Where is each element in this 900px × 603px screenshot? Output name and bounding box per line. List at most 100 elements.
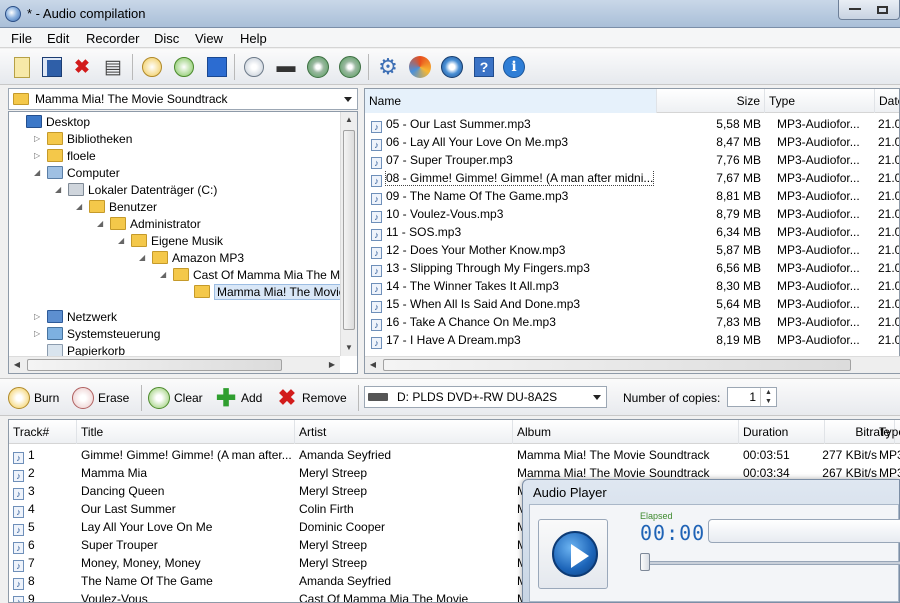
tree-hscroll-thumb[interactable] [27, 359, 282, 371]
menu-edit[interactable]: Edit [47, 31, 69, 46]
file-row[interactable]: ♪ 09 - The Name Of The Game.mp3 8,81 MB MP3… [365, 187, 899, 205]
tree-node[interactable]: ▷ Bibliotheken [34, 130, 132, 147]
window-controls[interactable] [838, 0, 900, 20]
settings-icon[interactable]: ⚙ [374, 53, 402, 81]
expander-icon[interactable]: ◢ [139, 253, 149, 262]
tree-node[interactable]: ▷ Systemsteuerung [34, 325, 160, 342]
tree-node[interactable]: ◢ Cast Of Mamma Mia The Mo [160, 266, 347, 283]
menu-help[interactable]: Help [240, 31, 267, 46]
help-icon[interactable]: ? [470, 53, 498, 81]
tree-node[interactable]: ◢ Lokaler Datenträger (C:) [55, 181, 217, 198]
window-icon[interactable] [203, 53, 231, 81]
play-button[interactable] [538, 519, 608, 589]
tree-node[interactable]: ▷ floele [34, 147, 96, 164]
add-button[interactable]: ✚ Add [215, 385, 262, 412]
chevron-down-icon [344, 97, 352, 102]
file-row[interactable]: ♪ 12 - Does Your Mother Know.mp3 5,87 MB MP… [365, 241, 899, 259]
scroll-down-arrow[interactable]: ▼ [341, 340, 357, 356]
tree-node[interactable]: ◢ Eigene Musik [118, 232, 223, 249]
column-title[interactable]: Title [77, 420, 295, 444]
file-row[interactable]: ♪ 07 - Super Trouper.mp3 7,76 MB MP3-Audiof… [365, 151, 899, 169]
tree-horizontal-scrollbar[interactable]: ◀ ▶ [9, 356, 340, 373]
scroll-right-arrow[interactable]: ▶ [324, 357, 340, 373]
column-type[interactable]: Type [875, 420, 900, 444]
expander-icon[interactable]: ▷ [34, 134, 44, 143]
tree-node[interactable]: Desktop [13, 113, 90, 130]
menu-file[interactable]: File [11, 31, 32, 46]
file-row[interactable]: ♪ 06 - Lay All Your Love On Me.mp3 8,47 MB… [365, 133, 899, 151]
column-date[interactable]: Date [875, 89, 899, 113]
file-row[interactable]: ♪ 11 - SOS.mp3 6,34 MB MP3-Audiofor... 21.0 [365, 223, 899, 241]
tree-node[interactable]: ◢ Computer [34, 164, 120, 181]
burn-icon[interactable] [406, 53, 434, 81]
tree-node[interactable]: ◢ Administrator [97, 215, 201, 232]
scroll-up-arrow[interactable]: ▲ [341, 112, 357, 128]
expander-icon[interactable]: ◢ [34, 168, 44, 177]
tree-node[interactable]: ▷ Netzwerk [34, 308, 117, 325]
file-list[interactable]: Name Size Type Date ♪ 05 - Our Last Summe… [364, 88, 900, 374]
refresh-icon[interactable] [438, 53, 466, 81]
expander-icon[interactable]: ◢ [160, 270, 170, 279]
tree-vertical-scrollbar[interactable]: ▲ ▼ [340, 112, 357, 356]
folder-tree[interactable]: Desktop ▷ Bibliotheken ▷ floele ◢ Computer ◢ Lok… [8, 111, 358, 374]
drive-icon[interactable]: ▬ [272, 53, 300, 81]
expander-icon[interactable]: ▷ [34, 312, 44, 321]
column-size[interactable]: Size [657, 89, 765, 113]
audio-player-window[interactable]: Audio Player Elapsed 00:00 [522, 479, 900, 603]
expander-icon[interactable]: ◢ [118, 236, 128, 245]
column-type[interactable]: Type [765, 89, 875, 113]
file-hscroll-thumb[interactable] [383, 359, 851, 371]
seek-track[interactable] [640, 561, 900, 565]
expander-icon[interactable]: ▷ [34, 329, 44, 338]
column-artist[interactable]: Artist [295, 420, 513, 444]
file-row[interactable]: ♪ 14 - The Winner Takes It All.mp3 8,30 MB… [365, 277, 899, 295]
file-horizontal-scrollbar[interactable]: ◀ [365, 356, 900, 373]
drive-select[interactable]: D: PLDS DVD+-RW DU-8A2S [364, 386, 607, 408]
add-files-icon[interactable] [138, 53, 166, 81]
delete-icon[interactable]: ✖ [68, 53, 96, 81]
file-row[interactable]: ♪ 17 - I Have A Dream.mp3 8,19 MB MP3-Audio… [365, 331, 899, 349]
column-track[interactable]: Track# [9, 420, 77, 444]
print-icon[interactable]: ▤ [99, 53, 127, 81]
burn-button[interactable]: Burn [8, 385, 59, 411]
disc-go-icon[interactable] [304, 53, 332, 81]
folder-combo[interactable]: Mamma Mia! The Movie Soundtrack [8, 88, 358, 110]
menu-disc[interactable]: Disc [154, 31, 179, 46]
expander-icon[interactable]: ◢ [76, 202, 86, 211]
save-icon[interactable] [38, 53, 66, 81]
info-icon[interactable]: i [500, 53, 528, 81]
erase-button[interactable]: Erase [72, 385, 129, 411]
add-folder-icon[interactable] [170, 53, 198, 81]
file-row[interactable]: ♪ 08 - Gimme! Gimme! Gimme! (A man after … [365, 169, 899, 187]
column-album[interactable]: Album [513, 420, 739, 444]
audio-file-icon: ♪ [371, 319, 382, 331]
expander-icon[interactable]: ◢ [55, 185, 65, 194]
menu-recorder[interactable]: Recorder [86, 31, 139, 46]
file-row[interactable]: ♪ 13 - Slipping Through My Fingers.mp3 6,5… [365, 259, 899, 277]
clear-button[interactable]: Clear [148, 385, 203, 411]
file-row[interactable]: ♪ 15 - When All Is Said And Done.mp3 5,64 … [365, 295, 899, 313]
file-row[interactable]: ♪ 05 - Our Last Summer.mp3 5,58 MB MP3-Audi… [365, 115, 899, 133]
app-icon[interactable] [5, 6, 21, 22]
seek-handle[interactable] [640, 553, 650, 571]
tree-node[interactable]: ◢ Benutzer [76, 198, 157, 215]
expander-icon[interactable]: ◢ [97, 219, 107, 228]
tree-node[interactable]: ◢ Amazon MP3 [139, 249, 244, 266]
stepper-arrows-icon[interactable]: ▲ ▼ [760, 388, 776, 406]
tree-scroll-thumb[interactable] [343, 130, 355, 330]
tree-node[interactable]: Mamma Mia! The Movie [181, 283, 349, 300]
new-icon[interactable] [8, 53, 36, 81]
disc-info-icon[interactable] [240, 53, 268, 81]
expander-icon[interactable]: ▷ [34, 151, 44, 160]
disc-arrow-icon[interactable] [336, 53, 364, 81]
scroll-left-arrow[interactable]: ◀ [365, 357, 381, 373]
scroll-left-arrow[interactable]: ◀ [9, 357, 25, 373]
copies-stepper[interactable]: 1 ▲ ▼ [727, 387, 777, 407]
file-row[interactable]: ♪ 16 - Take A Chance On Me.mp3 7,83 MB MP3-… [365, 313, 899, 331]
column-name[interactable]: Name [365, 89, 657, 113]
remove-button[interactable]: ✖ Remove [276, 385, 347, 411]
track-row[interactable]: ♪ 1 Gimme! Gimme! Gimme! (A man after... Am… [9, 446, 900, 464]
file-row[interactable]: ♪ 10 - Voulez-Vous.mp3 8,79 MB MP3-Audiofor… [365, 205, 899, 223]
menu-view[interactable]: View [195, 31, 223, 46]
column-duration[interactable]: Duration [739, 420, 825, 444]
